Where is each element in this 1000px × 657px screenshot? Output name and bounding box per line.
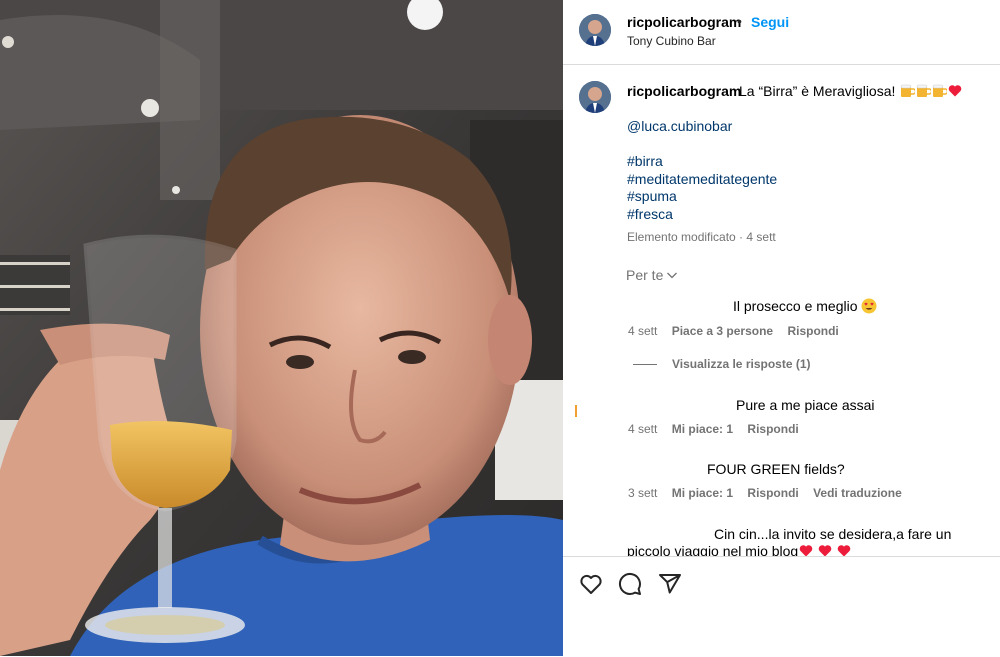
- reply-button[interactable]: Rispondi: [747, 422, 798, 436]
- caption-username[interactable]: ricpolicarbogram: [627, 83, 741, 99]
- reply-button[interactable]: Rispondi: [747, 486, 798, 500]
- paper-plane-icon[interactable]: [658, 572, 682, 596]
- comment-time: 3 sett: [628, 486, 658, 500]
- comment-bubble-icon[interactable]: [618, 572, 642, 596]
- post-photo[interactable]: [0, 0, 563, 656]
- comment-text: FOUR GREEN fields?: [707, 461, 845, 477]
- comment-body: Il prosecco e meglio: [733, 298, 858, 314]
- post-sidebar: ricpolicarbogram • Segui Tony Cubino Bar…: [563, 0, 1000, 656]
- location-link[interactable]: Tony Cubino Bar: [627, 34, 716, 48]
- see-translation-button[interactable]: Vedi traduzione: [813, 486, 902, 500]
- beer-emoji-icon: [917, 84, 932, 97]
- post-header: ricpolicarbogram • Segui Tony Cubino Bar: [563, 0, 1000, 65]
- comment-time: 4 sett: [628, 422, 658, 436]
- comment-text: Cin cin...la invito se desidera,a fare u…: [627, 526, 992, 556]
- hashtag-link[interactable]: #fresca: [627, 206, 673, 222]
- comment-meta: 4 sett Piace a 3 persone Rispondi: [628, 324, 850, 338]
- comment-filter-dropdown[interactable]: Per te: [626, 267, 678, 283]
- caption-meta: Elemento modificato · 4 sett: [627, 230, 776, 244]
- filter-label: Per te: [626, 267, 664, 283]
- reply-button[interactable]: Rispondi: [787, 324, 838, 338]
- comment-text: Il prosecco e meglio: [733, 298, 877, 314]
- comment-time: 4 sett: [628, 324, 658, 338]
- replies-divider: Visualizza le risposte (1): [633, 357, 811, 371]
- hashtag-link[interactable]: #birra: [627, 153, 663, 169]
- comment-text: Pure a me piace assai: [736, 397, 875, 413]
- red-heart-emoji-icon: [818, 545, 832, 556]
- comment-likes[interactable]: Mi piace: 1: [672, 422, 733, 436]
- caption-text: La “Birra” è Meravigliosa!: [739, 83, 962, 99]
- caption-author-avatar[interactable]: [579, 81, 611, 113]
- mention-link[interactable]: @luca.cubinobar: [627, 118, 732, 134]
- comments-section: ricpolicarbogram La “Birra” è Meraviglio…: [563, 65, 1000, 556]
- hashtag-link[interactable]: #spuma: [627, 188, 677, 204]
- author-username[interactable]: ricpolicarbogram: [627, 14, 741, 30]
- author-avatar[interactable]: [579, 14, 611, 46]
- selfie-image: [0, 0, 563, 656]
- comment-likes[interactable]: Mi piace: 1: [672, 486, 733, 500]
- beer-emoji-icon: [901, 84, 916, 97]
- post-actions-bar: [563, 556, 1000, 657]
- red-heart-emoji-icon: [837, 545, 851, 556]
- heart-eyes-emoji-icon: [861, 298, 877, 314]
- comment-body: Cin cin...la invito se desidera,a fare u…: [627, 526, 952, 556]
- red-heart-emoji-icon: [949, 85, 962, 97]
- hashtag-link[interactable]: #meditatemeditategente: [627, 171, 777, 187]
- view-replies-button[interactable]: Visualizza le risposte (1): [672, 357, 811, 371]
- red-heart-emoji-icon: [799, 545, 813, 556]
- separator-dot: •: [737, 13, 742, 29]
- beer-emoji-icon: [933, 84, 948, 97]
- chevron-down-icon: [667, 272, 678, 279]
- follow-button[interactable]: Segui: [751, 14, 789, 30]
- comment-meta: 3 sett Mi piace: 1 Rispondi Vedi traduzi…: [628, 486, 913, 500]
- caption-body: La “Birra” è Meravigliosa!: [739, 83, 896, 99]
- heart-outline-icon[interactable]: [579, 572, 603, 596]
- comment-meta: 4 sett Mi piace: 1 Rispondi: [628, 422, 810, 436]
- comment-likes[interactable]: Piace a 3 persone: [672, 324, 773, 338]
- status-mark: [575, 405, 577, 417]
